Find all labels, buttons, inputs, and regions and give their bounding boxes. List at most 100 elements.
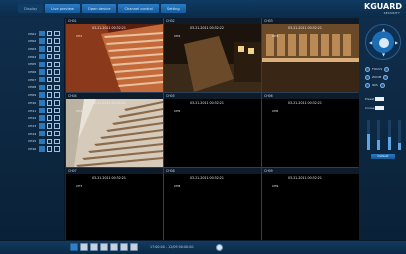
video-cell[interactable]: CH09 03-21-2011 00:32:21 CH9: [262, 168, 359, 242]
camera-icon[interactable]: [39, 115, 45, 121]
snapshot-icon[interactable]: [120, 243, 128, 251]
default-button[interactable]: Default: [371, 154, 395, 159]
camera-icon[interactable]: [39, 76, 45, 83]
channel-row[interactable]: CH16: [28, 146, 60, 153]
record-icon[interactable]: [46, 138, 52, 145]
layout-9-icon[interactable]: [90, 243, 98, 251]
cruise-input[interactable]: [375, 106, 385, 110]
record-icon[interactable]: [46, 76, 52, 83]
ptz-joystick[interactable]: ▲ ▼ ◀ ▶: [365, 24, 401, 60]
audio-icon[interactable]: [54, 46, 60, 52]
channel-row[interactable]: CH09: [28, 92, 60, 99]
record-icon[interactable]: [46, 115, 52, 121]
channel-row[interactable]: CH08: [28, 84, 60, 91]
record-icon[interactable]: [46, 92, 52, 98]
camera-icon[interactable]: [39, 138, 45, 145]
exit-icon[interactable]: [216, 244, 223, 251]
channel-row[interactable]: CH07: [28, 76, 60, 83]
record-icon[interactable]: [46, 130, 52, 137]
record-icon[interactable]: [46, 100, 52, 106]
video-cell[interactable]: CH07 03-21-2011 00:32:21 CH7: [66, 168, 163, 242]
adjust-slider[interactable]: [377, 120, 381, 150]
ptz-up-icon[interactable]: ▲: [382, 28, 385, 32]
video-cell[interactable]: CH01 03-21-2011 00:32:21 CH1: [66, 18, 163, 92]
adjust-slider[interactable]: [397, 120, 401, 150]
audio-icon[interactable]: [54, 76, 60, 83]
channel-row[interactable]: CH03: [28, 45, 60, 52]
video-cell[interactable]: CH04 03-21-2011 00:32:21 CH4: [66, 93, 163, 167]
audio-icon[interactable]: [54, 69, 60, 75]
audio-icon[interactable]: [54, 84, 60, 91]
record-icon[interactable]: [110, 243, 118, 251]
iris-control[interactable]: IRIS: [365, 82, 403, 88]
record-icon[interactable]: [46, 69, 52, 75]
video-cell[interactable]: CH02 03-21-2011 00:32:22 CH2: [164, 18, 261, 92]
video-cell[interactable]: CH03 03-21-2011 00:32:21 CH3: [262, 18, 359, 92]
full-screen-icon[interactable]: [130, 243, 138, 251]
camera-icon[interactable]: [39, 123, 45, 129]
channel-row[interactable]: CH11: [28, 107, 60, 114]
ptz-center-button[interactable]: [379, 38, 389, 48]
layout-4-icon[interactable]: [80, 243, 88, 251]
video-cell[interactable]: CH06 03-21-2011 00:32:21 CH6: [262, 93, 359, 167]
camera-icon[interactable]: [39, 100, 45, 106]
audio-icon[interactable]: [54, 115, 60, 121]
audio-icon[interactable]: [54, 100, 60, 106]
adjust-slider[interactable]: [367, 120, 370, 150]
record-icon[interactable]: [46, 53, 52, 60]
tab-open-device[interactable]: Open device: [81, 4, 117, 13]
audio-icon[interactable]: [54, 107, 60, 114]
audio-icon[interactable]: [54, 146, 60, 152]
record-icon[interactable]: [46, 107, 52, 114]
ptz-right-icon[interactable]: ▶: [395, 41, 398, 45]
record-icon[interactable]: [46, 46, 52, 52]
record-icon[interactable]: [46, 123, 52, 129]
camera-icon[interactable]: [39, 146, 45, 152]
ptz-left-icon[interactable]: ◀: [369, 41, 372, 45]
channel-row[interactable]: CH10: [28, 99, 60, 106]
camera-icon[interactable]: [39, 30, 45, 37]
camera-icon[interactable]: [39, 46, 45, 52]
focus-control[interactable]: FOCUS: [365, 66, 403, 72]
audio-icon[interactable]: [54, 123, 60, 129]
zoom-control[interactable]: ZOOM: [365, 74, 403, 80]
channel-row[interactable]: CH04: [28, 53, 60, 60]
camera-icon[interactable]: [39, 92, 45, 98]
ptz-down-icon[interactable]: ▼: [382, 53, 385, 57]
cruise-field[interactable]: Cruise: [365, 105, 405, 111]
camera-icon[interactable]: [39, 53, 45, 60]
channel-row[interactable]: CH06: [28, 69, 60, 76]
adjust-slider[interactable]: [387, 120, 391, 150]
audio-icon[interactable]: [54, 30, 60, 37]
camera-icon[interactable]: [39, 69, 45, 75]
record-icon[interactable]: [46, 146, 52, 152]
camera-icon[interactable]: [39, 130, 45, 137]
tab-setting[interactable]: Setting: [160, 4, 186, 13]
video-cell[interactable]: CH05 03-21-2011 00:32:21 CH5: [164, 93, 261, 167]
layout-1-icon[interactable]: [70, 243, 78, 251]
record-icon[interactable]: [46, 84, 52, 91]
focus-plus-icon[interactable]: [384, 66, 390, 72]
zoom-minus-icon[interactable]: [365, 74, 370, 80]
record-icon[interactable]: [46, 38, 52, 44]
camera-icon[interactable]: [39, 38, 45, 44]
tab-display[interactable]: Display: [18, 4, 44, 13]
zoom-plus-icon[interactable]: [383, 74, 389, 80]
audio-icon[interactable]: [54, 92, 60, 98]
camera-icon[interactable]: [39, 84, 45, 91]
tab-live-preview[interactable]: Live preview: [45, 4, 80, 13]
video-cell[interactable]: CH08 03-21-2011 00:32:21 CH8: [164, 168, 261, 242]
channel-row[interactable]: CH13: [28, 122, 60, 129]
audio-icon[interactable]: [54, 38, 60, 44]
channel-row[interactable]: CH14: [28, 130, 60, 137]
layout-16-icon[interactable]: [100, 243, 108, 251]
iris-plus-icon[interactable]: [379, 82, 385, 88]
channel-row[interactable]: CH02: [28, 38, 60, 45]
camera-icon[interactable]: [39, 61, 45, 68]
camera-icon[interactable]: [39, 107, 45, 114]
iris-minus-icon[interactable]: [365, 82, 370, 88]
preset-field[interactable]: Preset: [365, 96, 405, 102]
channel-row[interactable]: CH05: [28, 61, 60, 68]
channel-row[interactable]: CH15: [28, 138, 60, 145]
channel-row[interactable]: CH12: [28, 115, 60, 122]
